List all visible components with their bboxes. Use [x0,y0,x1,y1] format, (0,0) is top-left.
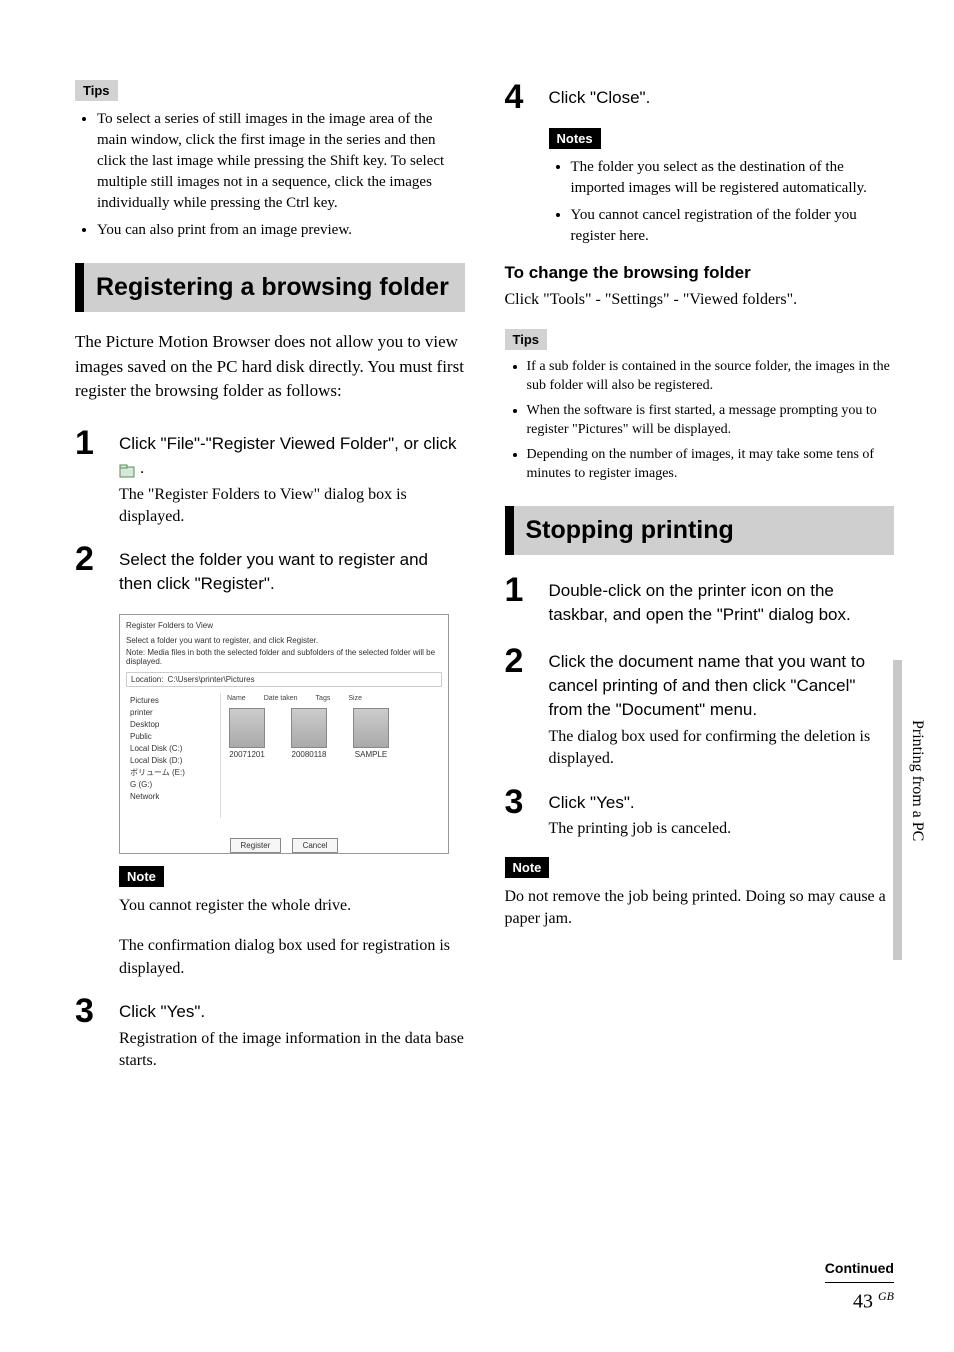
step-number: 4 [505,80,549,114]
tips-label: Tips [75,80,118,101]
dialog-title: Register Folders to View [126,621,442,630]
step-number: 2 [75,542,119,576]
note-item: The folder you select as the destination… [571,157,895,199]
tips-list-right: If a sub folder is contained in the sour… [505,358,895,483]
tip-item: Depending on the number of images, it ma… [527,446,895,484]
tree-item: printer [130,707,216,719]
step-number: 2 [505,644,549,678]
tip-item: You can also print from an image preview… [97,220,465,241]
step-action: Click "Close". [549,86,895,110]
step-action: Click the document name that you want to… [549,650,895,721]
dialog-instruction: Select a folder you want to register, an… [126,636,442,645]
tip-item: If a sub folder is contained in the sour… [527,358,895,396]
tree-item: Network [130,791,216,803]
folder-tree: Pictures printer Desktop Public Local Di… [126,693,221,818]
side-tab-label: Printing from a PC [908,720,926,841]
tree-item: G (G:) [130,779,216,791]
step-description: The "Register Folders to View" dialog bo… [119,484,465,529]
note-label: Note [505,857,550,878]
step-description: The dialog box used for confirming the d… [549,726,895,771]
confirmation-text: The confirmation dialog box used for reg… [119,935,465,980]
footer-rule [825,1282,894,1283]
side-tab-bar [893,660,902,960]
col-header: Date taken [264,695,298,702]
intro-paragraph: The Picture Motion Browser does not allo… [75,330,465,404]
thumb-item: SAMPLE [351,708,391,759]
step-4: 4 Click "Close". [505,80,895,114]
register-button: Register [230,838,282,853]
stop-step-3: 3 Click "Yes". The printing job is cance… [505,785,895,841]
step-action-text-a: Click "File"-"Register Viewed Folder", o… [119,434,456,453]
step-1: 1 Click "File"-"Register Viewed Folder",… [75,426,465,528]
step-number: 1 [505,573,549,607]
note-text: Do not remove the job being printed. Doi… [505,886,895,931]
tree-item: Pictures [130,695,216,707]
cancel-button: Cancel [292,838,339,853]
subheading-change-folder: To change the browsing folder [505,263,895,283]
step-number: 3 [75,994,119,1028]
page-region: GB [878,1289,894,1303]
col-header: Name [227,695,246,702]
section-heading-stopping: Stopping printing [505,506,895,555]
tree-item: Public [130,731,216,743]
tip-item: To select a series of still images in th… [97,109,465,214]
step-number: 3 [505,785,549,819]
continued-label: Continued [825,1260,894,1276]
tips-list-left: To select a series of still images in th… [75,109,465,241]
step-description: The printing job is canceled. [549,818,895,840]
tip-item: When the software is first started, a me… [527,402,895,440]
step-action: Double-click on the printer icon on the … [549,579,895,627]
page-number: 43 GB [825,1289,894,1314]
step-number: 1 [75,426,119,460]
tree-item: Local Disk (C:) [130,743,216,755]
step-description: Registration of the image information in… [119,1028,465,1073]
note-text: You cannot register the whole drive. [119,895,465,917]
page-footer: Continued 43 GB [825,1260,894,1314]
tree-item: ボリューム (E:) [130,767,216,779]
stop-step-2: 2 Click the document name that you want … [505,644,895,770]
thumb-item: 20080118 [289,708,329,759]
step-action: Click "Yes". [119,1000,465,1024]
step-action: Click "File"-"Register Viewed Folder", o… [119,432,465,480]
step-action: Select the folder you want to register a… [119,548,465,596]
col-header: Size [348,695,362,702]
stop-step-1: 1 Double-click on the printer icon on th… [505,573,895,631]
tips-label: Tips [505,329,548,350]
register-folders-dialog-screenshot: Register Folders to View Select a folder… [119,614,449,854]
page-number-value: 43 [853,1291,873,1313]
location-label: Location: [131,675,163,684]
notes-list: The folder you select as the destination… [549,157,895,247]
step-2: 2 Select the folder you want to register… [75,542,465,600]
section-heading-register: Registering a browsing folder [75,263,465,312]
note-label: Note [119,866,164,887]
subheading-description: Click "Tools" - "Settings" - "Viewed fol… [505,289,895,311]
tree-item: Desktop [130,719,216,731]
col-header: Tags [316,695,331,702]
tree-item: Local Disk (D:) [130,755,216,767]
dialog-note: Note: Media files in both the selected f… [126,648,442,666]
step-3: 3 Click "Yes". Registration of the image… [75,994,465,1073]
thumb-item: 20071201 [227,708,267,759]
thumbs-columns: Name Date taken Tags Size [227,695,436,702]
note-item: You cannot cancel registration of the fo… [571,205,895,247]
notes-label: Notes [549,128,601,149]
register-viewed-folder-icon [119,461,135,475]
location-path: C:\Users\printer\Pictures [167,675,254,684]
step-action: Click "Yes". [549,791,895,815]
step-action-text-b: . [140,458,145,477]
